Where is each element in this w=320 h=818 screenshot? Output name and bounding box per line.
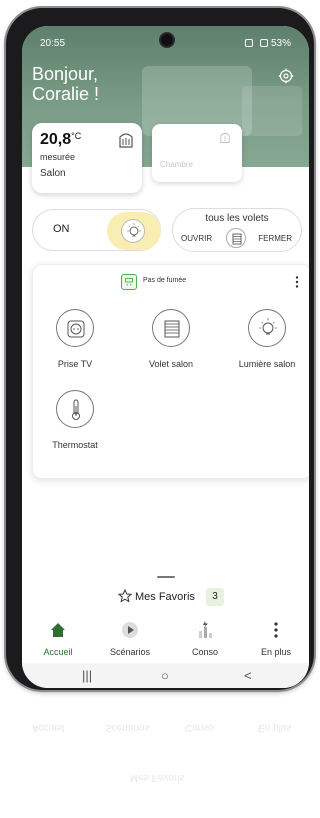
wifi-icon xyxy=(260,39,269,48)
device-volet-salon[interactable]: Volet salon xyxy=(131,309,211,369)
socket-icon xyxy=(56,309,94,347)
reflection-label: Conso xyxy=(185,722,214,733)
shutters-close-button[interactable]: FERMER xyxy=(258,234,292,243)
smoke-status-label: Pas de fumée xyxy=(143,277,187,284)
nav-label: En plus xyxy=(260,647,292,657)
recents-button[interactable]: ||| xyxy=(82,668,92,683)
shutters-title: tous les volets xyxy=(205,213,269,224)
temperature-value: 20,8 xyxy=(40,131,72,148)
heater-icon xyxy=(119,133,133,148)
device-prise-tv[interactable]: Prise TV xyxy=(35,309,115,369)
home-button[interactable]: ○ xyxy=(161,668,169,683)
star-icon xyxy=(118,589,132,603)
device-lumiere-salon[interactable]: Lumière salon xyxy=(227,309,307,369)
nav-accueil[interactable]: Accueil xyxy=(28,621,88,657)
chart-icon xyxy=(199,621,212,638)
device-label: Lumière salon xyxy=(238,359,296,369)
reflection-label: Scénarios xyxy=(105,722,150,733)
bulb-icon xyxy=(248,309,286,347)
room-card[interactable]: Chambre xyxy=(152,124,242,182)
temperature-room: Salon xyxy=(40,168,66,179)
bottom-nav: Accueil Scénarios Conso En plus xyxy=(22,621,309,661)
favorites-count: 3 xyxy=(206,588,224,606)
greeting-title: Bonjour, Coralie ! xyxy=(32,64,100,104)
device-thermostat[interactable]: Thermostat xyxy=(35,390,115,450)
lights-toggle-state: ON xyxy=(53,223,70,235)
play-icon xyxy=(122,622,138,638)
thermometer-icon xyxy=(56,390,94,428)
status-time: 20:55 xyxy=(40,38,66,49)
lights-toggle[interactable]: ON xyxy=(32,209,161,251)
back-button[interactable]: < xyxy=(244,668,252,683)
home-icon xyxy=(51,623,65,637)
bulb-icon xyxy=(127,223,141,237)
reflection-label: En plus xyxy=(258,722,292,733)
camera-punchhole xyxy=(161,34,173,46)
more-options-icon[interactable] xyxy=(295,276,299,288)
device-label: Volet salon xyxy=(148,359,194,369)
room-card-name: Chambre xyxy=(160,160,193,169)
hero-photo-detail xyxy=(242,86,302,136)
nav-label: Conso xyxy=(191,647,218,657)
shutter-icon xyxy=(226,228,246,248)
device-label: Prise TV xyxy=(57,359,93,369)
nav-en-plus[interactable]: En plus xyxy=(246,621,306,657)
nav-conso[interactable]: Conso xyxy=(175,621,235,657)
status-right: 53% xyxy=(241,38,291,49)
more-icon xyxy=(274,622,278,638)
nav-label: Accueil xyxy=(43,647,73,657)
temperature-label: mesurée xyxy=(40,152,76,162)
reflection-label: Mes Favoris xyxy=(130,772,185,783)
drawer-handle[interactable] xyxy=(157,576,175,578)
devices-card: Pas de fumée Prise TV Volet salon Lumièr… xyxy=(32,264,309,479)
bulb-button[interactable] xyxy=(121,219,145,243)
heater-icon xyxy=(220,133,230,144)
nav-label: Scénarios xyxy=(109,647,151,657)
temperature-unit: °C xyxy=(71,131,82,141)
smoke-detector-icon xyxy=(121,274,137,290)
device-label: Thermostat xyxy=(52,440,98,450)
app-screen: 20:55 53% Bonjour, Coralie ! 20,8°C mesu… xyxy=(22,26,309,688)
gear-icon[interactable] xyxy=(278,68,294,84)
shutter-icon xyxy=(152,309,190,347)
shutters-open-button[interactable]: OUVRIR xyxy=(181,234,212,243)
favorites-label: Mes Favoris xyxy=(135,591,195,603)
phone-reflection: Accueil Scénarios Conso En plus Mes Favo… xyxy=(20,692,298,812)
temperature-reading: 20,8°C xyxy=(40,131,81,149)
shutters-control: tous les volets OUVRIR FERMER xyxy=(172,208,302,252)
temperature-card[interactable]: 20,8°C mesurée Salon xyxy=(32,123,142,193)
battery-level: 53% xyxy=(270,38,291,49)
nav-scenarios[interactable]: Scénarios xyxy=(100,621,160,657)
system-nav-bar: ||| ○ < xyxy=(22,663,309,688)
signal-icon xyxy=(245,39,254,48)
phone-frame: 20:55 53% Bonjour, Coralie ! 20,8°C mesu… xyxy=(6,8,314,690)
reflection-label: Accueil xyxy=(32,722,65,733)
